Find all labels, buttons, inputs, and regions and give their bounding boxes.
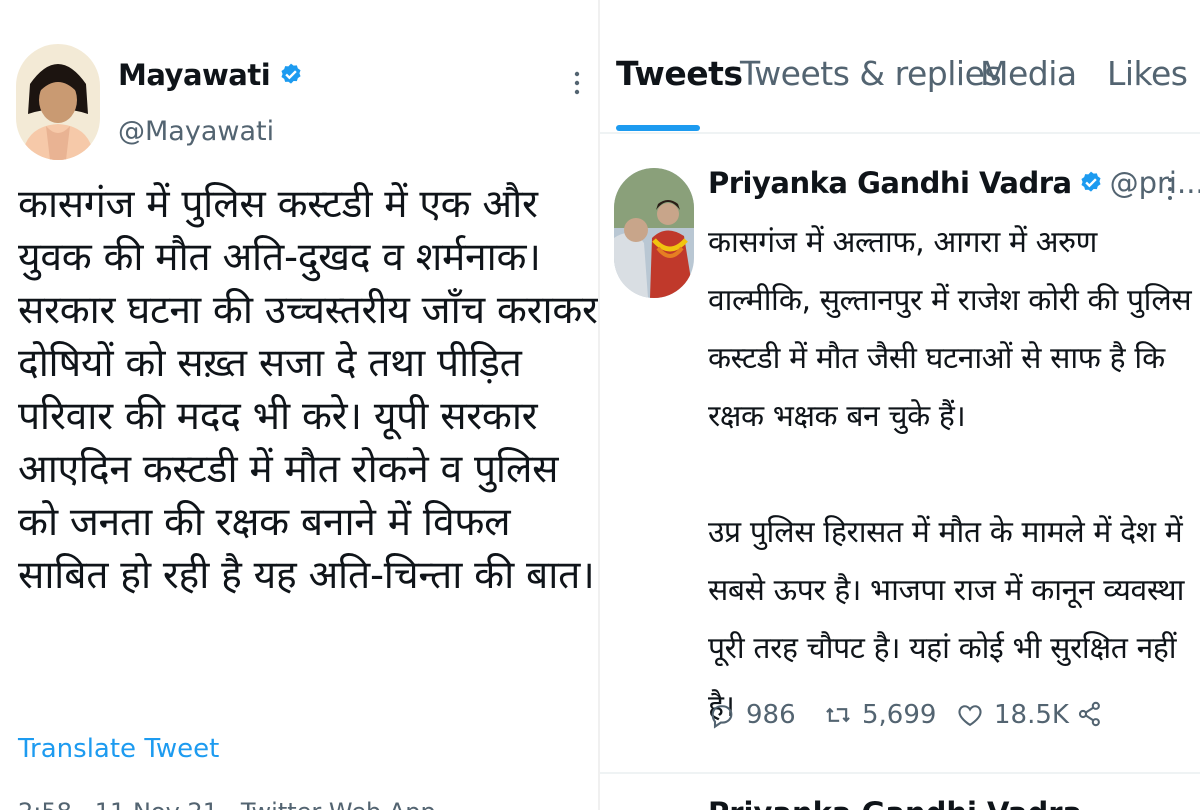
more-dots-icon[interactable] — [1166, 176, 1174, 202]
translate-tweet-link[interactable]: Translate Tweet — [18, 734, 219, 764]
tweet-meta: 2:58 · 11 Nov 21 · Twitter Web App — [18, 798, 436, 810]
tweet-text: कासगंज में अल्ताफ, आगरा में अरुण वाल्मीक… — [708, 214, 1194, 736]
more-dots-icon[interactable] — [572, 70, 582, 96]
right-profile-panel: Tweets Tweets & replies Media Likes Priy… — [600, 0, 1200, 810]
reply-icon — [711, 705, 733, 729]
mayawati-avatar[interactable] — [16, 44, 100, 160]
next-tweet-author[interactable]: Priyanka Gandhi Vadra — [708, 796, 1082, 810]
author-handle[interactable]: @pri... — [1110, 166, 1200, 200]
retweet-icon — [826, 707, 850, 723]
like-count: 18.5K — [994, 700, 1069, 730]
retweet-button[interactable]: 5,699 — [824, 700, 936, 730]
share-button[interactable] — [1076, 700, 1104, 728]
tab-likes[interactable]: Likes — [1107, 54, 1188, 93]
tweet-paragraph-1: कासगंज में अल्ताफ, आगरा में अरुण वाल्मीक… — [708, 225, 1192, 434]
share-icon — [1078, 701, 1100, 727]
author-handle[interactable]: @Mayawati — [118, 116, 274, 147]
reply-button[interactable]: 986 — [708, 700, 796, 730]
like-button[interactable]: 18.5K — [956, 700, 1069, 730]
tab-tweets[interactable]: Tweets — [616, 54, 743, 93]
verified-badge-icon — [281, 63, 301, 84]
tweet-text: कासगंज में पुलिस कस्टडी में एक और युवक क… — [18, 182, 598, 598]
tweet-divider — [600, 772, 1200, 774]
profile-tabs: Tweets Tweets & replies Media Likes — [600, 0, 1200, 134]
tweet-actions: 986 5,699 18.5K — [708, 700, 1188, 744]
active-tab-indicator — [616, 125, 700, 131]
author-name[interactable]: Mayawati — [118, 58, 304, 92]
like-icon — [958, 705, 982, 727]
retweet-count: 5,699 — [862, 700, 937, 730]
priyanka-avatar[interactable] — [614, 168, 694, 298]
tweet-header: Priyanka Gandhi Vadra @pri... · 13h — [708, 166, 1200, 200]
reply-count: 986 — [746, 700, 796, 730]
author-name[interactable]: Priyanka Gandhi Vadra — [708, 166, 1072, 200]
left-tweet-panel: Mayawati @Mayawati कासगंज में पुलिस कस्ट… — [0, 0, 598, 810]
tab-media[interactable]: Media — [980, 54, 1077, 93]
author-name-text[interactable]: Mayawati — [118, 58, 271, 92]
verified-badge-icon — [1081, 171, 1101, 192]
tab-tweets-replies[interactable]: Tweets & replies — [740, 54, 1002, 93]
